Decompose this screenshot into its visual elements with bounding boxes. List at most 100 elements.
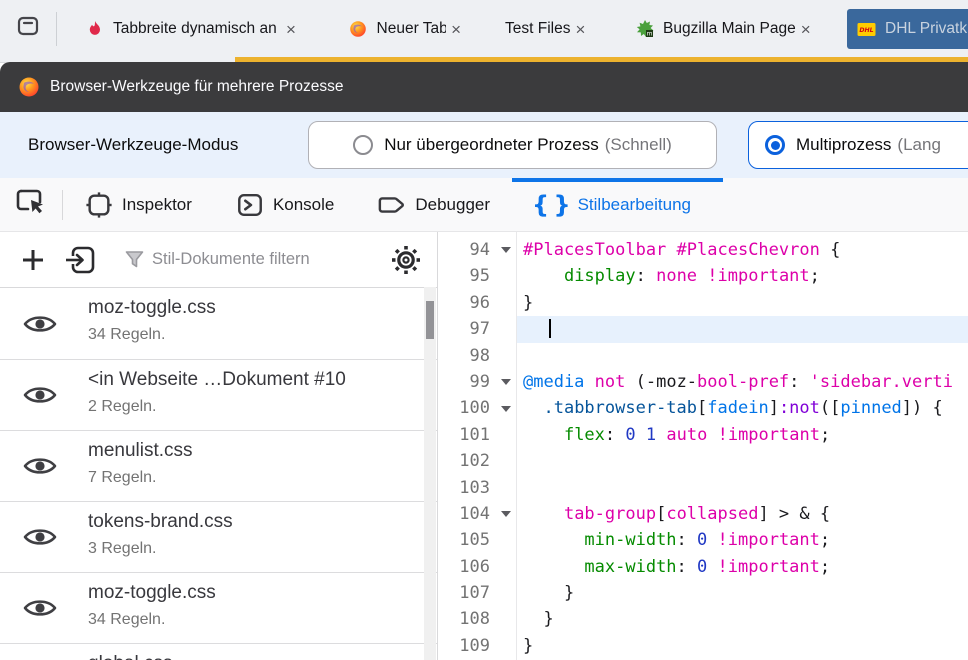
code-line-95[interactable]: 95 display: none !important;	[438, 263, 968, 289]
devtools-tab-debugger[interactable]: Debugger	[356, 178, 512, 231]
tab-overview-icon	[16, 14, 40, 43]
eye-visibility-icon[interactable]	[22, 596, 58, 620]
fold-arrow-icon[interactable]	[496, 395, 516, 421]
code-text[interactable]: display: none !important;	[516, 263, 968, 289]
code-line-103[interactable]: 103	[438, 475, 968, 501]
code-line-108[interactable]: 108 }	[438, 606, 968, 632]
import-stylesheet-button[interactable]	[64, 245, 96, 275]
style-editor-panel: Stil-Dokumente filtern moz-toggle.c	[0, 232, 968, 660]
browser-tab-3[interactable]: Test Files×	[495, 9, 601, 49]
code-text[interactable]: min-width: 0 !important;	[516, 527, 968, 553]
line-number: 102	[438, 448, 496, 474]
devtools-tab-stilbearbeitung[interactable]: { }Stilbearbeitung	[512, 178, 723, 231]
eye-visibility-icon[interactable]	[22, 525, 58, 549]
eye-visibility-icon[interactable]	[22, 454, 58, 478]
code-line-99[interactable]: 99@media not (-moz-bool-pref: 'sidebar.v…	[438, 369, 968, 395]
line-number: 106	[438, 554, 496, 580]
line-number: 97	[438, 316, 496, 342]
mode-option-label: Nur übergeordneter Prozess	[384, 135, 599, 155]
code-line-98[interactable]: 98	[438, 343, 968, 369]
firefox-icon	[18, 76, 40, 98]
tab-close-button[interactable]: ×	[451, 21, 461, 38]
devtools-tab-inspektor[interactable]: Inspektor	[63, 178, 214, 231]
stylesheet-item[interactable]: tokens-brand.css3 Regeln.	[0, 501, 437, 572]
code-line-105[interactable]: 105 min-width: 0 !important;	[438, 527, 968, 553]
code-line-96[interactable]: 96}	[438, 290, 968, 316]
stylesheet-item[interactable]: menulist.css7 Regeln.	[0, 430, 437, 501]
stylesheet-rule-count: 34 Regeln.	[88, 611, 165, 629]
stylesheet-item[interactable]: moz-toggle.css34 Regeln.	[0, 288, 437, 359]
code-text[interactable]: #PlacesToolbar #PlacesChevron {	[516, 237, 968, 263]
stylesheet-list-scrollbar[interactable]	[424, 287, 436, 660]
tab-title: Neuer Tab	[377, 20, 447, 38]
code-text[interactable]	[516, 448, 968, 474]
tab-overview-button[interactable]	[0, 0, 56, 57]
mode-option-parent-only[interactable]: Nur übergeordneter Prozess (Schnell)	[308, 121, 717, 169]
code-text[interactable]: .tabbrowser-tab[fadein]:not([pinned]) {	[516, 395, 968, 421]
eye-visibility-icon[interactable]	[22, 383, 58, 407]
code-text[interactable]: tab-group[collapsed] > & {	[516, 501, 968, 527]
browser-tab-2[interactable]: Neuer Tab×	[339, 9, 471, 49]
fold-arrow-icon[interactable]	[496, 369, 516, 395]
debugger-icon	[378, 191, 406, 219]
gear-options-button[interactable]	[391, 245, 421, 275]
browser-tab-4[interactable]: mBugzilla Main Page×	[625, 9, 823, 49]
code-text[interactable]: }	[516, 606, 968, 632]
devtools-tab-konsole[interactable]: Konsole	[214, 178, 356, 231]
fold-arrow-icon	[496, 316, 516, 342]
stylesheet-list-pane: Stil-Dokumente filtern moz-toggle.c	[0, 232, 438, 660]
browser-tab-1[interactable]: Tabbreite dynamisch an Tab×	[75, 9, 315, 49]
stylesheet-item[interactable]: moz-toggle.css34 Regeln.	[0, 572, 437, 643]
code-text[interactable]	[516, 343, 968, 369]
line-number: 105	[438, 527, 496, 553]
code-text[interactable]	[516, 316, 968, 342]
node-picker-button[interactable]	[0, 178, 62, 231]
filter-stylesheets-input[interactable]: Stil-Dokumente filtern	[152, 232, 310, 287]
css-source-editor[interactable]: 94#PlacesToolbar #PlacesChevron {95 disp…	[438, 232, 968, 660]
eye-visibility-icon[interactable]	[22, 312, 58, 336]
fold-arrow-icon[interactable]	[496, 237, 516, 263]
code-text[interactable]: max-width: 0 !important;	[516, 554, 968, 580]
mode-row-label: Browser-Werkzeuge-Modus	[28, 112, 238, 178]
mode-option-multiprocess[interactable]: Multiprozess (Lang	[748, 121, 968, 169]
tab-close-button[interactable]: ×	[575, 21, 585, 38]
browser-tab-5[interactable]: DHLDHL Privatkun	[847, 9, 968, 49]
browser-toolbox-window: Browser-Werkzeuge für mehrere Prozesse B…	[0, 62, 968, 660]
stylesheet-list-toolbar: Stil-Dokumente filtern	[0, 232, 437, 288]
fold-arrow-icon	[496, 554, 516, 580]
stylesheet-rule-count: 34 Regeln.	[88, 326, 165, 344]
stylesheet-item[interactable]: global.css	[0, 643, 437, 660]
code-line-100[interactable]: 100 .tabbrowser-tab[fadein]:not([pinned]…	[438, 395, 968, 421]
code-line-104[interactable]: 104 tab-group[collapsed] > & {	[438, 501, 968, 527]
code-line-101[interactable]: 101 flex: 0 1 auto !important;	[438, 422, 968, 448]
stylesheet-name: tokens-brand.css	[88, 511, 233, 533]
code-line-97[interactable]: 97	[438, 316, 968, 342]
code-text[interactable]: }	[516, 580, 968, 606]
new-stylesheet-button[interactable]	[20, 247, 46, 273]
code-text[interactable]: @media not (-moz-bool-pref: 'sidebar.ver…	[516, 369, 968, 395]
mode-option-hint: (Schnell)	[605, 135, 672, 155]
fold-arrow-icon[interactable]	[496, 501, 516, 527]
devtools-toolbar: InspektorKonsole Debugger { }Stilbearbeitu…	[0, 178, 968, 232]
gutter-border	[516, 232, 517, 660]
code-line-106[interactable]: 106 max-width: 0 !important;	[438, 554, 968, 580]
mode-option-label: Multiprozess	[796, 135, 891, 155]
tab-close-button[interactable]: ×	[286, 21, 296, 38]
stylesheet-item[interactable]: <in Webseite …Dokument #102 Regeln.	[0, 359, 437, 430]
code-line-109[interactable]: 109}	[438, 633, 968, 659]
devtools-tab-label: Debugger	[415, 195, 490, 215]
scrollbar-thumb[interactable]	[426, 301, 434, 339]
line-number: 109	[438, 633, 496, 659]
code-line-102[interactable]: 102	[438, 448, 968, 474]
toolbox-titlebar[interactable]: Browser-Werkzeuge für mehrere Prozesse	[0, 62, 968, 112]
code-text[interactable]: flex: 0 1 auto !important;	[516, 422, 968, 448]
line-number: 100	[438, 395, 496, 421]
tab-close-button[interactable]: ×	[801, 21, 811, 38]
code-text[interactable]	[516, 475, 968, 501]
flame-favicon	[85, 20, 104, 39]
code-line-94[interactable]: 94#PlacesToolbar #PlacesChevron {	[438, 237, 968, 263]
code-text[interactable]: }	[516, 290, 968, 316]
code-line-107[interactable]: 107 }	[438, 580, 968, 606]
dhl-favicon: DHL	[857, 20, 876, 39]
code-text[interactable]: }	[516, 633, 968, 659]
